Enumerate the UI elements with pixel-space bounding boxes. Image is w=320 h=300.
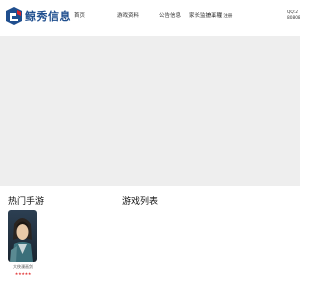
header: 鲸秀信息 首页 游戏资料 公告信息 家长监护工程 登录 或 注册 QQ:2 80… (0, 0, 300, 36)
nav-game-info[interactable]: 游戏资料 (117, 11, 139, 19)
login-links: 登录 或 注册 (207, 13, 232, 19)
banner-area (0, 36, 300, 186)
contact-info: QQ:2 80808 (287, 10, 300, 22)
hot-games-title: 热门手游 (8, 197, 45, 207)
game-rating-stars: ★★★★★ (14, 271, 32, 276)
nav-announcements[interactable]: 公告信息 (159, 11, 181, 19)
nav-home[interactable]: 首页 (74, 11, 85, 19)
hot-game-card[interactable]: 大侠漫画剑 ★★★★★ (8, 210, 38, 276)
logo[interactable]: 鲸秀信息 (6, 6, 71, 26)
game-list-title: 游戏列表 (122, 197, 159, 207)
login-link[interactable]: 登录 (207, 14, 216, 19)
game-character-icon (8, 210, 37, 262)
game-name: 大侠漫画剑 (13, 264, 33, 269)
contact-phone: 80808 (287, 16, 300, 21)
logo-text: 鲸秀信息 (25, 10, 71, 23)
login-separator: 或 (217, 14, 222, 19)
logo-icon (6, 7, 22, 25)
register-link[interactable]: 注册 (223, 14, 232, 19)
